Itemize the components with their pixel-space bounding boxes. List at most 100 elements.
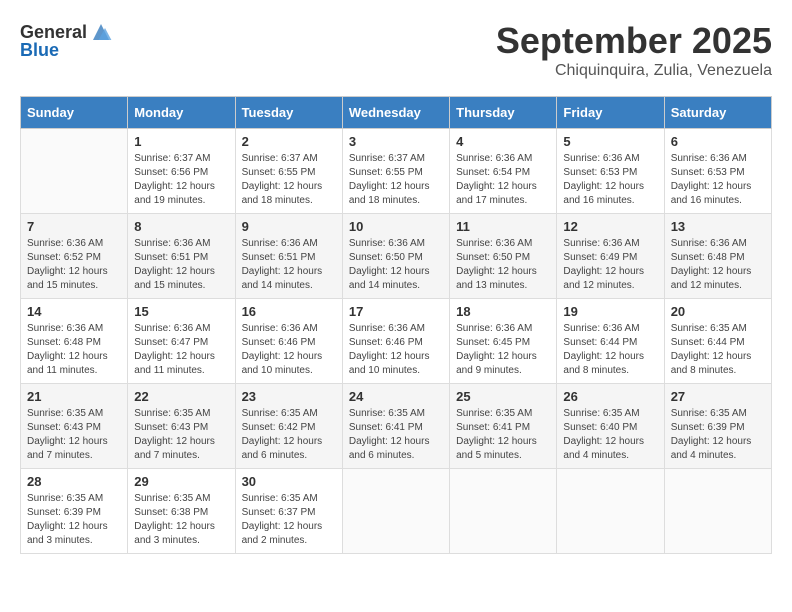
calendar-header-row: SundayMondayTuesdayWednesdayThursdayFrid… [21,97,772,129]
day-number: 28 [27,474,121,489]
day-number: 24 [349,389,443,404]
calendar-cell: 12 Sunrise: 6:36 AM Sunset: 6:49 PM Dayli… [557,214,664,299]
day-info: Sunrise: 6:35 AM Sunset: 6:42 PM Dayligh… [242,407,336,463]
calendar-cell: 26 Sunrise: 6:35 AM Sunset: 6:40 PM Dayli… [557,384,664,469]
day-number: 11 [456,219,550,234]
calendar-cell [342,469,449,554]
day-number: 22 [134,389,228,404]
day-info: Sunrise: 6:35 AM Sunset: 6:41 PM Dayligh… [456,407,550,463]
calendar-cell: 24 Sunrise: 6:35 AM Sunset: 6:41 PM Dayli… [342,384,449,469]
day-number: 27 [671,389,765,404]
calendar-table: SundayMondayTuesdayWednesdayThursdayFrid… [20,96,772,554]
calendar-week-row: 1 Sunrise: 6:37 AM Sunset: 6:56 PM Daylig… [21,129,772,214]
day-number: 21 [27,389,121,404]
calendar-cell: 27 Sunrise: 6:35 AM Sunset: 6:39 PM Dayli… [664,384,771,469]
day-info: Sunrise: 6:36 AM Sunset: 6:53 PM Dayligh… [671,152,765,208]
day-number: 10 [349,219,443,234]
day-info: Sunrise: 6:35 AM Sunset: 6:37 PM Dayligh… [242,492,336,548]
day-number: 1 [134,134,228,149]
day-number: 25 [456,389,550,404]
calendar-cell [21,129,128,214]
calendar-cell: 15 Sunrise: 6:36 AM Sunset: 6:47 PM Dayli… [128,299,235,384]
day-number: 3 [349,134,443,149]
month-title: September 2025 [496,20,772,62]
calendar-cell: 20 Sunrise: 6:35 AM Sunset: 6:44 PM Dayli… [664,299,771,384]
day-info: Sunrise: 6:37 AM Sunset: 6:55 PM Dayligh… [349,152,443,208]
calendar-cell: 22 Sunrise: 6:35 AM Sunset: 6:43 PM Dayli… [128,384,235,469]
calendar-week-row: 28 Sunrise: 6:35 AM Sunset: 6:39 PM Dayli… [21,469,772,554]
calendar-cell: 1 Sunrise: 6:37 AM Sunset: 6:56 PM Daylig… [128,129,235,214]
day-number: 5 [563,134,657,149]
day-info: Sunrise: 6:35 AM Sunset: 6:44 PM Dayligh… [671,322,765,378]
day-info: Sunrise: 6:36 AM Sunset: 6:53 PM Dayligh… [563,152,657,208]
calendar-cell: 2 Sunrise: 6:37 AM Sunset: 6:55 PM Daylig… [235,129,342,214]
calendar-week-row: 7 Sunrise: 6:36 AM Sunset: 6:52 PM Daylig… [21,214,772,299]
day-info: Sunrise: 6:36 AM Sunset: 6:50 PM Dayligh… [349,237,443,293]
col-header-wednesday: Wednesday [342,97,449,129]
col-header-friday: Friday [557,97,664,129]
calendar-cell: 18 Sunrise: 6:36 AM Sunset: 6:45 PM Dayli… [450,299,557,384]
day-info: Sunrise: 6:36 AM Sunset: 6:51 PM Dayligh… [134,237,228,293]
day-info: Sunrise: 6:36 AM Sunset: 6:47 PM Dayligh… [134,322,228,378]
calendar-cell: 21 Sunrise: 6:35 AM Sunset: 6:43 PM Dayli… [21,384,128,469]
calendar-week-row: 21 Sunrise: 6:35 AM Sunset: 6:43 PM Dayli… [21,384,772,469]
day-number: 9 [242,219,336,234]
calendar-cell: 5 Sunrise: 6:36 AM Sunset: 6:53 PM Daylig… [557,129,664,214]
calendar-cell: 17Sunrise: 6:36 AM Sunset: 6:46 PM Dayli… [342,299,449,384]
calendar-cell: 30 Sunrise: 6:35 AM Sunset: 6:37 PM Dayli… [235,469,342,554]
calendar-cell: 14 Sunrise: 6:36 AM Sunset: 6:48 PM Dayli… [21,299,128,384]
calendar-cell [557,469,664,554]
logo-blue-text: Blue [20,40,59,61]
day-number: 26 [563,389,657,404]
calendar-cell: 6Sunrise: 6:36 AM Sunset: 6:53 PM Daylig… [664,129,771,214]
day-number: 14 [27,304,121,319]
calendar-cell: 9Sunrise: 6:36 AM Sunset: 6:51 PM Daylig… [235,214,342,299]
col-header-sunday: Sunday [21,97,128,129]
col-header-saturday: Saturday [664,97,771,129]
col-header-tuesday: Tuesday [235,97,342,129]
day-info: Sunrise: 6:36 AM Sunset: 6:48 PM Dayligh… [671,237,765,293]
day-number: 12 [563,219,657,234]
day-info: Sunrise: 6:37 AM Sunset: 6:56 PM Dayligh… [134,152,228,208]
day-info: Sunrise: 6:35 AM Sunset: 6:39 PM Dayligh… [671,407,765,463]
day-info: Sunrise: 6:36 AM Sunset: 6:48 PM Dayligh… [27,322,121,378]
day-number: 15 [134,304,228,319]
calendar-cell: 10 Sunrise: 6:36 AM Sunset: 6:50 PM Dayli… [342,214,449,299]
day-number: 8 [134,219,228,234]
logo: General Blue [20,20,113,61]
day-info: Sunrise: 6:36 AM Sunset: 6:50 PM Dayligh… [456,237,550,293]
day-number: 2 [242,134,336,149]
day-info: Sunrise: 6:36 AM Sunset: 6:49 PM Dayligh… [563,237,657,293]
day-number: 7 [27,219,121,234]
day-number: 18 [456,304,550,319]
day-number: 17 [349,304,443,319]
day-info: Sunrise: 6:35 AM Sunset: 6:40 PM Dayligh… [563,407,657,463]
day-info: Sunrise: 6:35 AM Sunset: 6:38 PM Dayligh… [134,492,228,548]
calendar-cell: 3 Sunrise: 6:37 AM Sunset: 6:55 PM Daylig… [342,129,449,214]
calendar-cell: 29 Sunrise: 6:35 AM Sunset: 6:38 PM Dayli… [128,469,235,554]
day-number: 19 [563,304,657,319]
day-number: 16 [242,304,336,319]
day-number: 20 [671,304,765,319]
day-info: Sunrise: 6:36 AM Sunset: 6:45 PM Dayligh… [456,322,550,378]
day-number: 13 [671,219,765,234]
day-info: Sunrise: 6:35 AM Sunset: 6:41 PM Dayligh… [349,407,443,463]
calendar-cell [664,469,771,554]
day-info: Sunrise: 6:35 AM Sunset: 6:39 PM Dayligh… [27,492,121,548]
day-number: 29 [134,474,228,489]
day-info: Sunrise: 6:36 AM Sunset: 6:46 PM Dayligh… [242,322,336,378]
day-info: Sunrise: 6:37 AM Sunset: 6:55 PM Dayligh… [242,152,336,208]
day-info: Sunrise: 6:36 AM Sunset: 6:52 PM Dayligh… [27,237,121,293]
day-info: Sunrise: 6:35 AM Sunset: 6:43 PM Dayligh… [134,407,228,463]
day-info: Sunrise: 6:35 AM Sunset: 6:43 PM Dayligh… [27,407,121,463]
calendar-cell: 11 Sunrise: 6:36 AM Sunset: 6:50 PM Dayli… [450,214,557,299]
day-info: Sunrise: 6:36 AM Sunset: 6:54 PM Dayligh… [456,152,550,208]
day-number: 4 [456,134,550,149]
day-number: 23 [242,389,336,404]
calendar-week-row: 14 Sunrise: 6:36 AM Sunset: 6:48 PM Dayli… [21,299,772,384]
calendar-cell: 4 Sunrise: 6:36 AM Sunset: 6:54 PM Daylig… [450,129,557,214]
col-header-thursday: Thursday [450,97,557,129]
calendar-cell: 25 Sunrise: 6:35 AM Sunset: 6:41 PM Dayli… [450,384,557,469]
day-number: 30 [242,474,336,489]
calendar-cell: 13 Sunrise: 6:36 AM Sunset: 6:48 PM Dayli… [664,214,771,299]
